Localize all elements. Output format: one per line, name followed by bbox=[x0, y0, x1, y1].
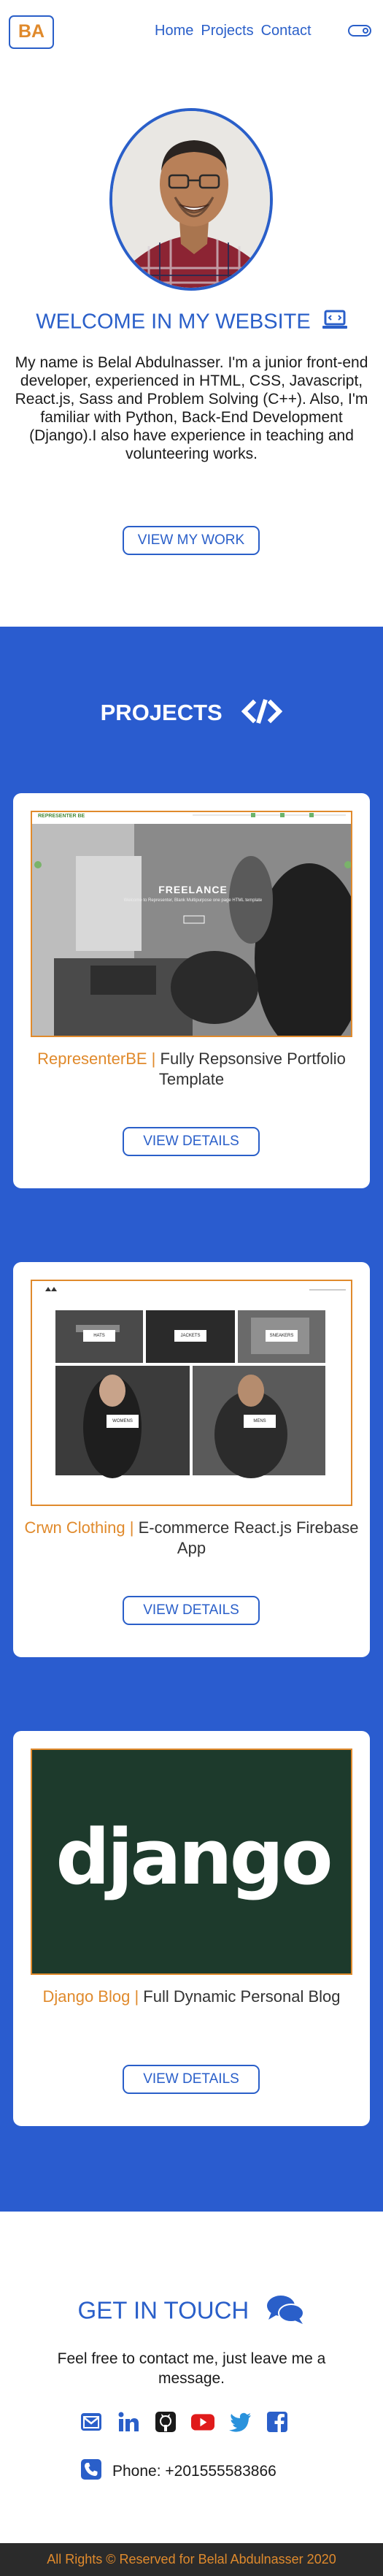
footer: All Rights © Reserved for Belal Abdulnas… bbox=[0, 2543, 383, 2576]
project-title: Crwn Clothing | E-commerce React.js Fire… bbox=[13, 1518, 370, 1559]
projects-section: PROJECTS REPRESENTER BE FREELANCE Welcom… bbox=[0, 627, 383, 2212]
footer-text: All Rights © Reserved for Belal Abdulnas… bbox=[47, 2552, 336, 2567]
project-title: RepresenterBE | Fully Repsonsive Portfol… bbox=[13, 1049, 370, 1090]
projects-title: PROJECTS bbox=[0, 697, 383, 731]
social-links bbox=[80, 2410, 289, 2434]
hero-description: My name is Belal Abdulnasser. I'm a juni… bbox=[15, 354, 368, 462]
project-description: E-commerce React.js Firebase App bbox=[138, 1518, 359, 1557]
contact-title-text: GET IN TOUCH bbox=[77, 2296, 249, 2324]
nav-links: Home Projects Contact bbox=[155, 23, 312, 39]
chat-icon bbox=[266, 2293, 305, 2331]
project-screenshot[interactable]: REPRESENTER BE FREELANCE Welcome to Repr… bbox=[31, 811, 352, 1037]
project-separator: | bbox=[147, 1050, 160, 1068]
logo[interactable]: BA bbox=[9, 15, 54, 49]
tile-sneakers: SNEAKERS bbox=[266, 1330, 298, 1342]
phone-number[interactable]: Phone: +201555583866 bbox=[112, 2463, 276, 2480]
hero-title: WELCOME IN MY WEBSITE bbox=[0, 310, 383, 336]
view-details-button[interactable]: VIEW DETAILS bbox=[123, 1596, 260, 1625]
tile-womens: WOMENS bbox=[107, 1415, 139, 1428]
tile-mens: MENS bbox=[244, 1415, 276, 1428]
navbar: BA Home Projects Contact bbox=[0, 0, 383, 63]
project-name: Django Blog bbox=[42, 1987, 131, 2006]
laptop-icon bbox=[322, 310, 347, 336]
phone-row: Phone: +201555583866 bbox=[80, 2458, 276, 2485]
screenshot-heading: FREELANCE bbox=[158, 884, 228, 895]
email-icon[interactable] bbox=[80, 2410, 103, 2434]
facebook-icon[interactable] bbox=[266, 2410, 289, 2434]
project-description: Full Dynamic Personal Blog bbox=[143, 1987, 341, 2006]
linkedin-icon[interactable] bbox=[117, 2410, 140, 2434]
twitter-icon[interactable] bbox=[228, 2410, 252, 2434]
project-card-django-blog: django Django Blog | Full Dynamic Person… bbox=[13, 1731, 370, 2126]
projects-title-text: PROJECTS bbox=[100, 700, 223, 726]
hero-title-text: WELCOME IN MY WEBSITE bbox=[36, 310, 311, 334]
view-my-work-button[interactable]: VIEW MY WORK bbox=[123, 526, 260, 555]
nav-link-home[interactable]: Home bbox=[155, 23, 193, 39]
project-separator: | bbox=[130, 1987, 144, 2006]
nav-link-projects[interactable]: Projects bbox=[201, 23, 253, 39]
contact-description: Feel free to contact me, just leave me a… bbox=[57, 2350, 326, 2387]
django-logo: django bbox=[55, 1813, 333, 1902]
profile-photo bbox=[109, 108, 273, 291]
github-icon[interactable] bbox=[154, 2410, 177, 2434]
project-separator: | bbox=[125, 1518, 139, 1537]
view-details-button[interactable]: VIEW DETAILS bbox=[123, 1127, 260, 1156]
theme-toggle-icon[interactable] bbox=[348, 25, 371, 37]
contact-title: GET IN TOUCH bbox=[0, 2293, 383, 2331]
youtube-icon[interactable] bbox=[191, 2410, 214, 2434]
project-screenshot[interactable]: django bbox=[31, 1748, 352, 1975]
nav-link-contact[interactable]: Contact bbox=[261, 23, 312, 39]
screenshot-brand: REPRESENTER BE bbox=[38, 814, 85, 819]
view-details-button[interactable]: VIEW DETAILS bbox=[123, 2065, 260, 2094]
project-card-representerbe: REPRESENTER BE FREELANCE Welcome to Repr… bbox=[13, 793, 370, 1188]
code-icon bbox=[241, 697, 283, 731]
project-card-crwn-clothing: HATS JACKETS SNEAKERS WOMENS MENS Crwn C… bbox=[13, 1262, 370, 1657]
tile-hats: HATS bbox=[83, 1330, 115, 1342]
project-title: Django Blog | Full Dynamic Personal Blog bbox=[13, 1987, 370, 2007]
phone-icon bbox=[80, 2458, 102, 2485]
screenshot-subheading: Welcome to Representer, Blank Multipurpo… bbox=[123, 898, 263, 903]
project-name: Crwn Clothing bbox=[24, 1518, 125, 1537]
project-description: Fully Repsonsive Portfolio Template bbox=[158, 1050, 346, 1088]
tile-jackets: JACKETS bbox=[174, 1330, 206, 1342]
project-screenshot[interactable]: HATS JACKETS SNEAKERS WOMENS MENS bbox=[31, 1280, 352, 1506]
project-name: RepresenterBE bbox=[37, 1050, 147, 1068]
